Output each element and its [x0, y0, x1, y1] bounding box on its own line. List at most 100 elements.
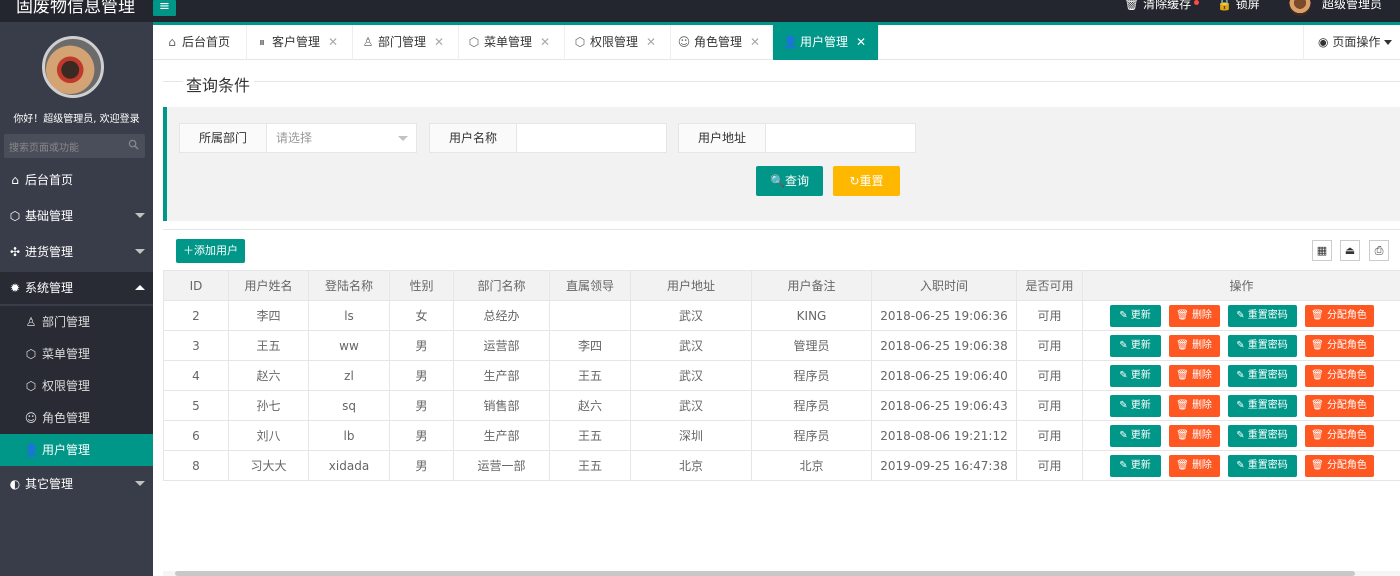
delete-button[interactable]: 🗑 删除 — [1168, 304, 1220, 327]
cell-dept: 销售部 — [453, 390, 550, 421]
cell-name: 王五 — [228, 330, 309, 361]
trash-icon: 🗑 — [1176, 399, 1192, 411]
update-button[interactable]: ✎ 更新 — [1109, 454, 1161, 477]
print-icon[interactable]: ⎙ — [1369, 240, 1389, 261]
assign-role-button[interactable]: 🗑 分配角色 — [1304, 304, 1374, 327]
sidebar-item-system[interactable]: ✹ 系统管理 — [0, 272, 153, 304]
reset-password-button[interactable]: ✎ 重置密码 — [1227, 364, 1297, 387]
user-avatar[interactable] — [1289, 0, 1311, 16]
tab-label: 后台首页 — [182, 35, 231, 49]
sidebar-item-user[interactable]: 👤 用户管理 — [0, 434, 153, 466]
add-user-label: 添加用户 — [194, 244, 238, 257]
reset-password-button[interactable]: ✎ 重置密码 — [1227, 454, 1297, 477]
cell-leader: 李四 — [549, 330, 631, 361]
close-icon[interactable]: ✕ — [646, 35, 656, 49]
pencil-icon: ✎ — [1236, 309, 1248, 321]
trash-icon: 🗑 — [1176, 309, 1192, 321]
user-address-input[interactable] — [766, 124, 915, 152]
assign-role-button[interactable]: 🗑 分配角色 — [1304, 454, 1374, 477]
clear-cache-button[interactable]: 🗑 清除缓存 — [1124, 0, 1200, 12]
cube-icon: ⬡ — [468, 35, 480, 49]
target-icon: ◉ — [1318, 35, 1329, 49]
tab-user[interactable]: 👤 用户管理 ✕ — [773, 25, 879, 60]
sidebar-item-menu[interactable]: ⬡ 菜单管理 — [0, 338, 153, 370]
user-address-label: 用户地址 — [679, 124, 766, 152]
delete-button[interactable]: 🗑 删除 — [1168, 424, 1220, 447]
page-operations-dropdown[interactable]: ◉ 页面操作 — [1303, 25, 1400, 60]
reset-password-button[interactable]: ✎ 重置密码 — [1227, 394, 1297, 417]
columns-filter-icon[interactable]: ▦ — [1312, 240, 1332, 261]
sidebar-item-home[interactable]: ⌂ 后台首页 — [0, 164, 153, 196]
users-icon: ♙ — [362, 35, 374, 49]
delete-button[interactable]: 🗑 删除 — [1168, 454, 1220, 477]
sidebar-item-label: 用户管理 — [42, 443, 91, 457]
tab-perm[interactable]: ⬡ 权限管理 ✕ — [565, 25, 671, 60]
update-button[interactable]: ✎ 更新 — [1109, 364, 1161, 387]
horizontal-scrollbar[interactable] — [163, 571, 1400, 576]
assign-role-button[interactable]: 🗑 分配角色 — [1304, 424, 1374, 447]
sidebar-item-other[interactable]: ◐ 其它管理 — [0, 468, 153, 500]
close-icon[interactable]: ✕ — [328, 35, 338, 49]
tab-label: 客户管理 — [272, 35, 321, 49]
tab-dept[interactable]: ♙ 部门管理 ✕ — [353, 25, 459, 60]
update-button[interactable]: ✎ 更新 — [1109, 394, 1161, 417]
close-icon[interactable]: ✕ — [434, 35, 444, 49]
cell-id: 6 — [163, 420, 229, 451]
tab-role[interactable]: ☺ 角色管理 ✕ — [671, 25, 773, 60]
pause-circle-icon: ⏸ — [258, 35, 265, 49]
cell-sex: 男 — [389, 360, 454, 391]
dept-select[interactable]: 请选择 — [267, 124, 416, 152]
reset-button[interactable]: ↻重置 — [833, 166, 900, 196]
cell-leader — [549, 300, 631, 331]
update-button[interactable]: ✎ 更新 — [1109, 424, 1161, 447]
reset-password-button[interactable]: ✎ 重置密码 — [1227, 424, 1297, 447]
cell-name: 刘八 — [228, 420, 309, 451]
sidebar-item-inventory[interactable]: ✣ 进货管理 — [0, 236, 153, 268]
sidebar-item-perm[interactable]: ⬡ 权限管理 — [0, 370, 153, 402]
user-menu[interactable]: 超级管理员 — [1322, 0, 1382, 12]
tab-customer[interactable]: ⏸ 客户管理 ✕ — [247, 25, 353, 60]
assign-role-button[interactable]: 🗑 分配角色 — [1304, 394, 1374, 417]
assign-role-button[interactable]: 🗑 分配角色 — [1304, 364, 1374, 387]
search-button[interactable]: 🔍查询 — [756, 166, 823, 196]
trash-icon: 🗑 — [1176, 339, 1192, 351]
add-user-button[interactable]: ＋添加用户 — [176, 239, 245, 263]
cell-actions: ✎ 更新 🗑 删除 ✎ 重置密码 🗑 分配角色 — [1082, 300, 1400, 331]
menu-toggle-button[interactable]: ≡ — [153, 0, 176, 16]
section-divider — [254, 81, 1400, 82]
update-button-label: 更新 — [1130, 339, 1151, 351]
cell-sex: 男 — [389, 330, 454, 361]
sidebar-avatar — [42, 36, 104, 98]
pencil-icon: ✎ — [1119, 459, 1131, 471]
tab-menu[interactable]: ⬡ 菜单管理 ✕ — [459, 25, 565, 60]
close-icon[interactable]: ✕ — [856, 35, 866, 49]
sidebar-search-input[interactable]: 搜索页面或功能 — [4, 134, 145, 158]
assign-role-button[interactable]: 🗑 分配角色 — [1304, 334, 1374, 357]
lock-screen-button[interactable]: 🔒 锁屏 — [1217, 0, 1260, 12]
user-name-input[interactable] — [517, 124, 666, 152]
delete-button[interactable]: 🗑 删除 — [1168, 394, 1220, 417]
delete-button[interactable]: 🗑 删除 — [1168, 334, 1220, 357]
reset-password-button[interactable]: ✎ 重置密码 — [1227, 304, 1297, 327]
delete-button[interactable]: 🗑 删除 — [1168, 364, 1220, 387]
scrollbar-thumb[interactable] — [175, 571, 1355, 576]
cube-icon: ⬡ — [25, 379, 37, 393]
cell-id: 8 — [163, 450, 229, 481]
update-button[interactable]: ✎ 更新 — [1109, 304, 1161, 327]
export-icon[interactable]: ⏏ — [1340, 240, 1360, 261]
cell-id: 2 — [163, 300, 229, 331]
user-icon: 👤 — [24, 443, 39, 457]
close-icon[interactable]: ✕ — [540, 35, 550, 49]
welcome-text: 你好！超级管理员, 欢迎登录 — [13, 114, 140, 125]
sidebar-item-basic[interactable]: ⬡ 基础管理 — [0, 200, 153, 232]
update-button[interactable]: ✎ 更新 — [1109, 334, 1161, 357]
reset-password-button[interactable]: ✎ 重置密码 — [1227, 334, 1297, 357]
sidebar-item-role[interactable]: ☺ 角色管理 — [0, 402, 153, 434]
cell-hired: 2018-08-06 19:21:12 — [871, 420, 1017, 451]
tab-home[interactable]: ⌂ 后台首页 — [153, 25, 247, 60]
sidebar-item-dept[interactable]: ♙ 部门管理 — [0, 306, 153, 338]
column-header: 直属领导 — [549, 270, 631, 301]
close-icon[interactable]: ✕ — [750, 35, 760, 49]
column-header: 用户备注 — [751, 270, 872, 301]
table-row: 5 孙七 sq 男销售部 赵六 武汉 程序员 2018-06-25 19:06:43 可用 ✎ 更… — [163, 390, 1400, 421]
